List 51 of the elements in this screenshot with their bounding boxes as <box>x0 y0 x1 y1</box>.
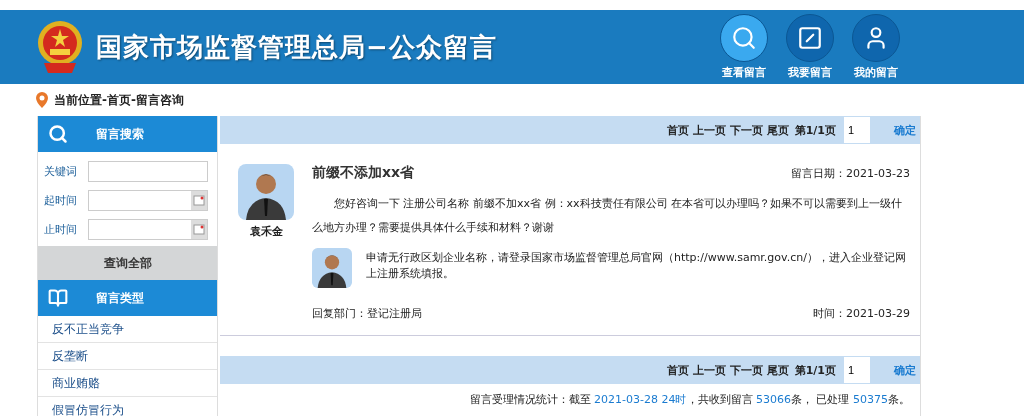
pager-link[interactable]: 首页 <box>666 122 689 138</box>
author-name: 袁禾金 <box>249 224 283 239</box>
pager-link[interactable]: 尾页 <box>766 122 789 138</box>
user-avatar-icon <box>312 248 352 288</box>
pager-link[interactable]: 上一页 <box>692 122 726 138</box>
page-input[interactable]: 1 <box>844 117 870 143</box>
page-input[interactable]: 1 <box>844 357 870 383</box>
nav-button[interactable] <box>786 14 834 62</box>
pager-link[interactable]: 下一页 <box>729 122 763 138</box>
date-field[interactable] <box>88 219 208 240</box>
panel-title: 留言类型 <box>96 289 144 307</box>
calendar-icon[interactable] <box>191 191 207 210</box>
type-item[interactable]: 反不正当竞争 <box>38 316 217 343</box>
nav-button[interactable] <box>720 14 768 62</box>
type-item[interactable]: 反垄断 <box>38 343 217 370</box>
nav-label[interactable]: 我要留言 <box>788 65 832 80</box>
pager-link[interactable]: 上一页 <box>692 362 726 378</box>
type-item[interactable]: 假冒仿冒行为 <box>38 397 217 416</box>
pager-link[interactable]: 下一页 <box>729 362 763 378</box>
reply-time: 时间：2021-03-29 <box>813 306 910 321</box>
reply-text: 申请无行政区划企业名称，请登录国家市场监督管理总局官网（http://www.samr.gov.cn/），进入企业登记网上注册系统填报。 <box>366 250 907 282</box>
location-pin-icon <box>36 92 48 108</box>
query-all-button[interactable]: 查询全部 <box>38 246 217 280</box>
reply-department: 回复部门：登记注册局 <box>312 306 422 321</box>
page-status: 第1/1页 <box>794 122 836 138</box>
emblem-icon <box>36 19 84 75</box>
statistics-text: 留言受理情况统计：截至 2021-03-28 24时，共收到留言 53066条， 已处理 50375条。 <box>468 392 910 407</box>
field-label: 起时间 <box>44 193 78 208</box>
date-field[interactable] <box>88 190 208 211</box>
field-label: 止时间 <box>44 222 78 237</box>
input-field[interactable] <box>88 161 208 182</box>
search-icon <box>731 25 757 51</box>
message-date: 留言日期：2021-03-23 <box>791 165 910 181</box>
nav-label[interactable]: 我的留言 <box>854 65 898 80</box>
calendar-icon[interactable] <box>191 220 207 239</box>
pager-link[interactable]: 尾页 <box>766 362 789 378</box>
breadcrumb: 当前位置-首页-留言咨询 <box>54 91 184 109</box>
square-slash-icon <box>797 25 823 51</box>
user-avatar-icon <box>238 164 294 220</box>
page-status: 第1/1页 <box>794 362 836 378</box>
nav-label[interactable]: 查看留言 <box>722 65 766 80</box>
search-icon <box>48 124 68 144</box>
site-title: 国家市场监督管理总局−公众留言 <box>96 30 498 64</box>
panel-title: 留言搜索 <box>96 125 144 143</box>
pager-link[interactable]: 首页 <box>666 362 689 378</box>
field-label: 关键词 <box>44 164 78 179</box>
message-body: 您好咨询一下 注册公司名称 前缀不加xx省 例：xx科技责任有限公司 在本省可以办理吗？如果不可以需要到上一级什么地方办理？需要提供具体什么手续和材料？谢谢 <box>312 196 904 236</box>
book-icon <box>48 288 68 308</box>
nav-button[interactable] <box>852 14 900 62</box>
type-item[interactable]: 商业贿赂 <box>38 370 217 397</box>
message-title: 前缀不添加xx省 <box>312 164 415 182</box>
